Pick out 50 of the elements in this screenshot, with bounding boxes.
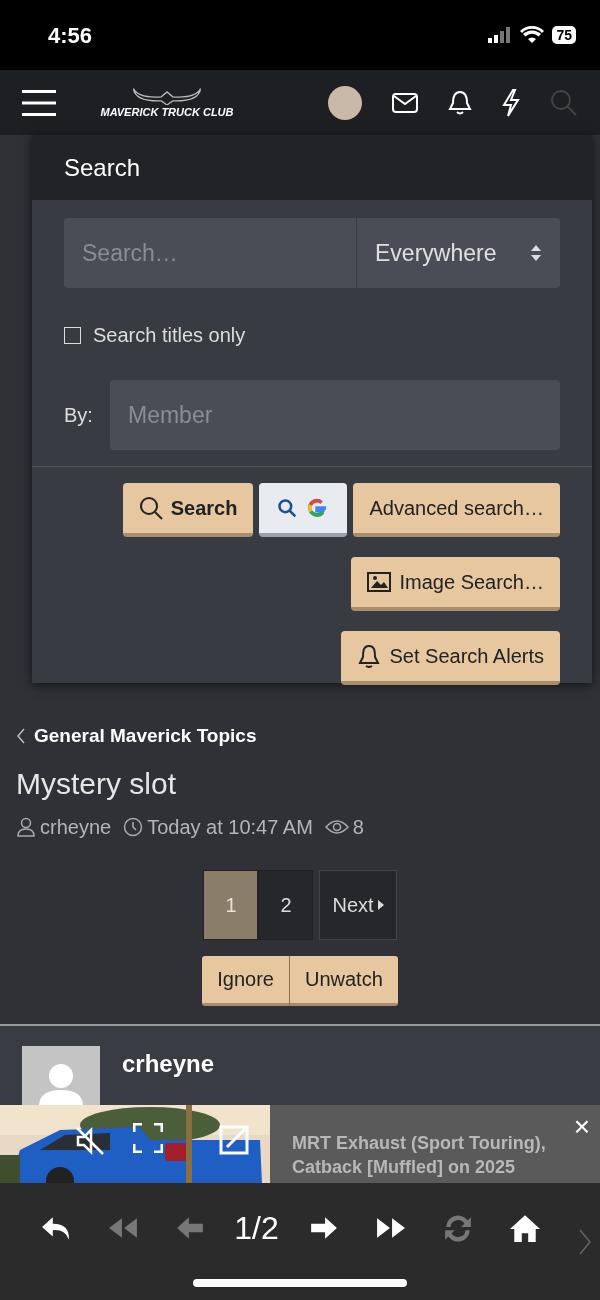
fullscreen-icon[interactable] (133, 1123, 163, 1153)
search-button[interactable]: Image Search… (351, 557, 560, 611)
scope-select[interactable]: Everywhere (356, 218, 560, 288)
chevron-left-icon[interactable] (16, 728, 26, 745)
clock-icon (123, 816, 144, 837)
next-button[interactable]: Next (319, 869, 397, 940)
avatar[interactable] (328, 85, 362, 120)
avatar-placeholder-icon (22, 1045, 100, 1106)
post-time: Today at 10:47 AM (147, 814, 313, 840)
page-button[interactable]: 2 (258, 869, 314, 940)
search-button[interactable]: Search (122, 483, 254, 537)
status-time: 4:56 (48, 21, 93, 50)
thread-title: Mystery slot (16, 765, 178, 802)
member-field[interactable]: Member (110, 380, 560, 450)
checkbox-label: Search titles only (93, 323, 246, 348)
search-field[interactable]: Search… (64, 218, 356, 288)
action-button[interactable]: Ignore (202, 955, 290, 1006)
eye-icon (324, 817, 349, 836)
chevron-right-icon[interactable] (578, 1228, 592, 1256)
menu-icon[interactable] (22, 88, 56, 117)
wifi-icon (520, 26, 545, 44)
battery-level: 75 (552, 26, 576, 44)
view-count: 8 (352, 814, 364, 840)
search-icon (138, 496, 163, 520)
caret-right-icon (377, 899, 384, 910)
author-link[interactable]: crheyne (40, 811, 112, 842)
breadcrumb-link[interactable]: General Maverick Topics (34, 722, 257, 751)
signal-icon (488, 27, 513, 43)
field-label: By: (64, 403, 94, 428)
dropdown-title: Search (32, 135, 592, 200)
bell-icon[interactable] (448, 89, 472, 116)
image-icon (367, 570, 392, 594)
user-icon (16, 816, 36, 837)
search-button[interactable]: Set Search Alerts (341, 631, 560, 685)
external-link-icon[interactable] (219, 1125, 249, 1155)
site-logo[interactable]: MAVERICK TRUCK CLUB (100, 104, 234, 119)
lightning-icon[interactable] (502, 88, 520, 117)
search-button[interactable]: Advanced search… (353, 483, 560, 537)
post-author[interactable]: crheyne (122, 1045, 215, 1106)
mute-icon[interactable] (74, 1125, 106, 1157)
sort-arrows-icon (530, 244, 542, 262)
page-indicator: 1/2 (234, 1209, 279, 1248)
action-button[interactable]: Unwatch (289, 955, 398, 1006)
checkbox[interactable] (64, 326, 81, 344)
mail-icon[interactable] (392, 92, 418, 113)
ad-banner[interactable]: MRT Exhaust (Sport Touring), Catback [Muffled] on 2025 × (0, 1105, 600, 1183)
close-button[interactable]: × (573, 1113, 590, 1141)
search-icon (277, 498, 298, 518)
bell-icon (357, 644, 382, 668)
google-search-button[interactable] (259, 483, 348, 537)
